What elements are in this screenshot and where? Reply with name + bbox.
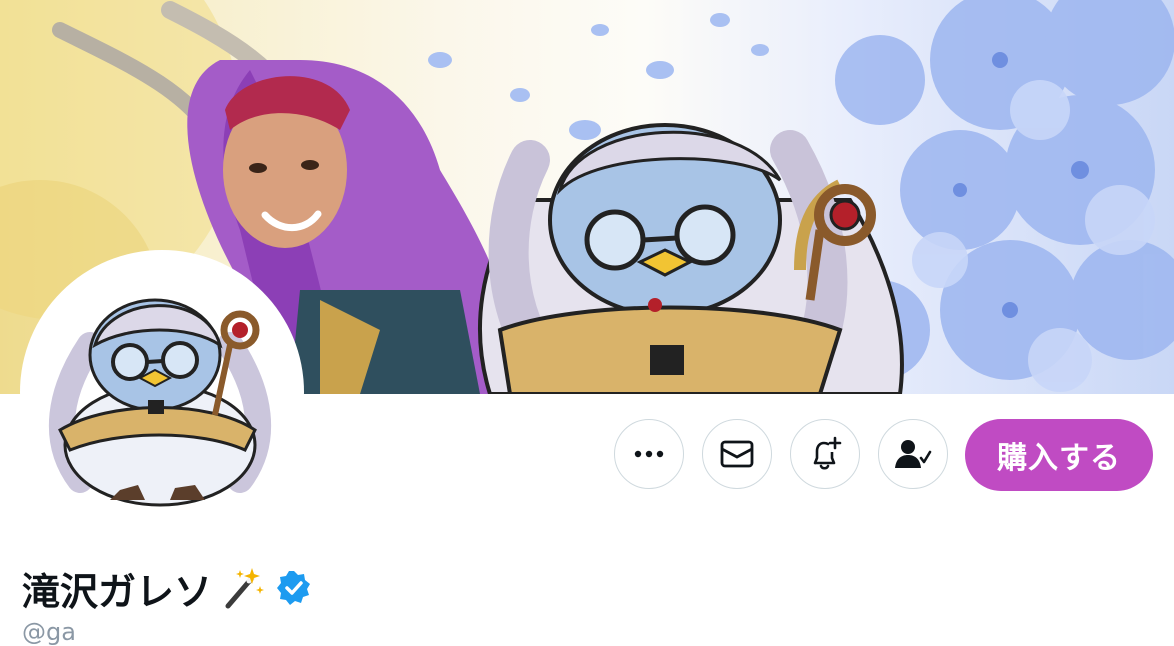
bell-plus-icon — [813, 436, 842, 470]
avatar-penguin-artwork — [48, 298, 272, 507]
magic-wand-icon — [225, 568, 265, 609]
profile-name-row: 滝沢ガレソ — [22, 560, 312, 616]
display-name: 滝沢ガレソ — [22, 569, 213, 614]
more-button[interactable] — [614, 419, 684, 489]
profile-avatar[interactable] — [20, 250, 304, 534]
person-check-icon — [895, 440, 932, 468]
message-button[interactable] — [702, 419, 772, 489]
buy-button[interactable]: 購入する — [965, 419, 1153, 491]
penguin-character-large — [478, 123, 904, 394]
mail-icon — [720, 440, 754, 468]
verified-badge-icon[interactable] — [276, 570, 312, 606]
following-button[interactable] — [878, 419, 948, 489]
notifications-button[interactable] — [790, 419, 860, 489]
more-icon — [634, 450, 664, 458]
profile-handle: @ga — [22, 618, 76, 646]
